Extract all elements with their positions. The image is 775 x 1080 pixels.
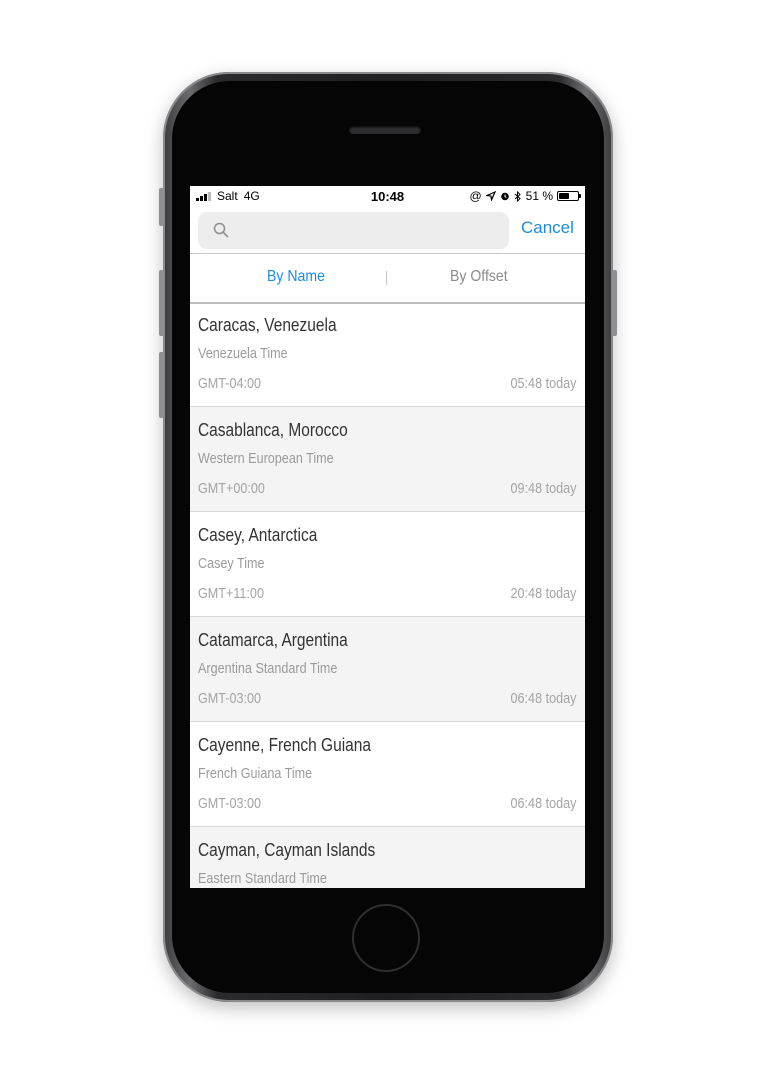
zone-name: French Guiana Time	[198, 765, 313, 782]
sort-tabs: By Name By Offset	[190, 253, 585, 304]
battery-percent: 51 %	[525, 189, 553, 203]
cancel-button[interactable]: Cancel	[521, 218, 574, 238]
local-time: 06:48 today	[510, 795, 576, 812]
city-name: Catamarca, Argentina	[198, 630, 348, 650]
list-item[interactable]: Casey, Antarctica Casey Time GMT+11:00 2…	[190, 512, 585, 617]
city-name: Cayenne, French Guiana	[198, 735, 371, 755]
city-name: Casablanca, Morocco	[198, 420, 348, 440]
battery-icon	[557, 191, 581, 201]
location-arrow-icon	[485, 191, 496, 201]
local-time: 09:48 today	[510, 480, 576, 497]
local-time: 06:48 today	[510, 690, 576, 707]
volume-up-button	[159, 270, 164, 336]
timezone-list: Caracas, Venezuela Venezuela Time GMT-04…	[190, 302, 585, 888]
tab-divider	[386, 271, 387, 285]
zone-name: Western European Time	[198, 450, 334, 467]
city-name: Casey, Antarctica	[198, 525, 318, 545]
list-item[interactable]: Cayenne, French Guiana French Guiana Tim…	[190, 722, 585, 827]
home-button[interactable]	[352, 904, 420, 972]
city-name: Caracas, Venezuela	[198, 315, 337, 335]
tab-by-name[interactable]: By Name	[267, 268, 325, 286]
power-button	[612, 270, 617, 336]
gmt-offset: GMT-03:00	[198, 690, 262, 707]
list-item[interactable]: Casablanca, Morocco Western European Tim…	[190, 407, 585, 512]
search-field[interactable]	[198, 212, 509, 251]
earpiece-speaker	[349, 126, 421, 134]
city-name: Cayman, Cayman Islands	[198, 840, 376, 860]
gmt-offset: GMT-04:00	[198, 375, 262, 392]
list-item[interactable]: Catamarca, Argentina Argentina Standard …	[190, 617, 585, 722]
search-icon	[213, 222, 229, 238]
zone-name: Argentina Standard Time	[198, 660, 338, 677]
gmt-offset: GMT+11:00	[198, 585, 264, 602]
search-row: Cancel	[190, 210, 585, 254]
gmt-offset: GMT-03:00	[198, 795, 262, 812]
zone-name: Casey Time	[198, 555, 265, 572]
local-time: 05:48 today	[510, 375, 576, 392]
gmt-offset: GMT+00:00	[198, 480, 265, 497]
tab-by-offset[interactable]: By Offset	[450, 268, 508, 286]
zone-name: Eastern Standard Time	[198, 870, 327, 887]
bluetooth-icon	[514, 190, 521, 202]
volume-down-button	[159, 352, 164, 418]
alarm-icon	[500, 192, 509, 201]
local-time: 20:48 today	[510, 585, 576, 602]
list-item[interactable]: Caracas, Venezuela Venezuela Time GMT-04…	[190, 302, 585, 407]
search-input[interactable]	[234, 212, 508, 251]
at-sign-icon: @	[469, 189, 482, 203]
mute-switch	[159, 188, 164, 226]
list-item[interactable]: Cayman, Cayman Islands Eastern Standard …	[190, 827, 585, 888]
app-screen: Salt 4G 10:48 @ 51 % Cancel By Name By O…	[190, 186, 585, 888]
zone-name: Venezuela Time	[198, 345, 288, 362]
status-bar: Salt 4G 10:48 @ 51 %	[190, 186, 585, 206]
